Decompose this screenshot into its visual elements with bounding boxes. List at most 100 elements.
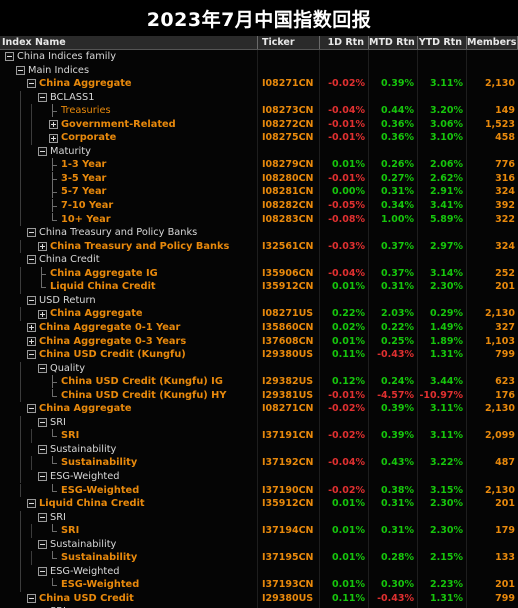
index-name-cell[interactable]: China USD Credit (Kungfu) IG [0, 375, 258, 389]
table-row[interactable]: China Treasury and Policy Banks I32561CN -… [0, 239, 518, 254]
table-row[interactable]: Sustainability [0, 442, 518, 457]
table-row[interactable]: BCLASS1 [0, 90, 518, 105]
index-name-cell[interactable]: Sustainability [0, 537, 258, 552]
table-row[interactable]: 7-10 Year I08282CN -0.05% 0.34% 3.41% 392 [0, 199, 518, 213]
ticker-cell[interactable]: I37193CN [258, 578, 320, 592]
index-name-cell[interactable]: 10+ Year [0, 212, 258, 227]
column-header-name[interactable]: Index Name [0, 36, 258, 50]
ticker-cell[interactable]: I29380US [258, 348, 320, 362]
collapse-minus-icon[interactable] [38, 539, 47, 549]
table-row[interactable]: China Aggregate 0-1 Year I35860CN 0.02% 0.2… [0, 321, 518, 335]
index-name-cell[interactable]: Corporate [0, 131, 258, 145]
index-name-cell[interactable]: Sustainability [0, 442, 258, 457]
ticker-cell[interactable]: I29381US [258, 389, 320, 403]
ticker-cell[interactable]: I35912CN [258, 497, 320, 511]
table-row[interactable]: China Aggregate I08271US 0.22% 2.03% 0.29% 2,… [0, 307, 518, 321]
collapse-minus-icon[interactable] [38, 567, 47, 577]
index-name-cell[interactable]: Sustainability [0, 456, 258, 470]
index-name-cell[interactable]: China Treasury and Policy Banks [0, 226, 258, 240]
expand-plus-icon[interactable] [38, 241, 47, 251]
table-row[interactable]: Liquid China Credit I35912CN 0.01% 0.31% 2.3… [0, 280, 518, 294]
ticker-cell[interactable] [258, 226, 320, 240]
collapse-minus-icon[interactable] [38, 363, 47, 373]
index-name-cell[interactable]: USD Return [0, 294, 258, 308]
collapse-minus-icon[interactable] [5, 52, 14, 62]
collapse-minus-icon[interactable] [27, 404, 36, 414]
index-name-cell[interactable]: 1-3 Year [0, 158, 258, 172]
ticker-cell[interactable]: I37192CN [258, 456, 320, 470]
ticker-cell[interactable] [258, 145, 320, 159]
table-row[interactable]: ESG-Weighted I37193CN 0.01% 0.30% 2.23% 201 [0, 578, 518, 592]
index-name-cell[interactable]: Sustainability [0, 551, 258, 565]
table-row[interactable]: Sustainability I37195CN 0.01% 0.28% 2.15% 133 [0, 551, 518, 565]
expand-plus-icon[interactable] [27, 336, 36, 346]
index-tree-grid[interactable]: Index Name Ticker 1D Rtn MTD Rtn YTD Rtn… [0, 36, 518, 608]
table-row[interactable]: SRI I37194CN 0.01% 0.31% 2.30% 179 [0, 524, 518, 538]
table-row[interactable]: Maturity [0, 144, 518, 159]
collapse-minus-icon[interactable] [38, 418, 47, 428]
ticker-cell[interactable]: I29380US [258, 592, 320, 606]
ticker-cell[interactable]: I08272CN [258, 118, 320, 132]
ticker-cell[interactable]: I35860CN [258, 321, 320, 335]
table-row[interactable]: Main Indices [0, 64, 518, 78]
expand-plus-icon[interactable] [27, 323, 36, 333]
table-row[interactable]: China Aggregate IG I35906CN -0.04% 0.37% 3.1… [0, 266, 518, 281]
index-name-cell[interactable]: China Indices family [0, 50, 258, 64]
table-row[interactable]: 3-5 Year I08280CN -0.01% 0.27% 2.62% 316 [0, 171, 518, 186]
ticker-cell[interactable]: I35906CN [258, 267, 320, 281]
table-row[interactable]: China Indices family [0, 50, 518, 64]
index-name-cell[interactable]: China Aggregate 0-3 Years [0, 335, 258, 349]
index-name-cell[interactable]: Liquid China Credit [0, 497, 258, 511]
collapse-minus-icon[interactable] [27, 79, 36, 89]
table-row[interactable]: China Treasury and Policy Banks [0, 226, 518, 240]
collapse-minus-icon[interactable] [38, 512, 47, 522]
ticker-cell[interactable]: I08280CN [258, 172, 320, 186]
table-row[interactable]: China USD Credit (Kungfu) IG I29382US 0.12… [0, 375, 518, 389]
index-name-cell[interactable]: ESG-Weighted [0, 578, 258, 592]
ticker-cell[interactable]: I08271CN [258, 77, 320, 91]
index-name-cell[interactable]: Treasuries [0, 104, 258, 118]
index-name-cell[interactable]: ESG-Weighted [0, 564, 258, 579]
ticker-cell[interactable] [258, 50, 320, 64]
index-name-cell[interactable]: China Treasury and Policy Banks [0, 239, 258, 254]
ticker-cell[interactable]: I08271CN [258, 402, 320, 416]
collapse-minus-icon[interactable] [27, 255, 36, 265]
ticker-cell[interactable] [258, 416, 320, 430]
table-row[interactable]: ESG-Weighted I37190CN -0.02% 0.38% 3.15% 2,13… [0, 483, 518, 498]
collapse-minus-icon[interactable] [27, 296, 36, 306]
index-name-cell[interactable]: Maturity [0, 144, 258, 159]
index-name-cell[interactable]: China Credit [0, 253, 258, 267]
ticker-cell[interactable] [258, 91, 320, 105]
ticker-cell[interactable]: I08275CN [258, 131, 320, 145]
ticker-cell[interactable] [258, 253, 320, 267]
column-header-ytd-rtn[interactable]: YTD Rtn [418, 36, 467, 50]
table-row[interactable]: Sustainability [0, 537, 518, 552]
ticker-cell[interactable] [258, 565, 320, 579]
table-row[interactable]: China Aggregate 0-3 Years I37608CN 0.01% 0.… [0, 334, 518, 348]
index-name-cell[interactable]: SRI [0, 429, 258, 443]
table-row[interactable]: China Credit [0, 253, 518, 267]
collapse-minus-icon[interactable] [27, 594, 36, 604]
table-row[interactable]: China Aggregate I08271CN -0.02% 0.39% 3.11% 2… [0, 77, 518, 91]
index-name-cell[interactable]: 7-10 Year [0, 199, 258, 213]
ticker-cell[interactable]: I37190CN [258, 484, 320, 498]
collapse-minus-icon[interactable] [27, 350, 36, 360]
index-name-cell[interactable]: Government-Related [0, 117, 258, 132]
table-row[interactable]: China USD Credit (Kungfu) HY I29381US -0.0… [0, 388, 518, 403]
index-name-cell[interactable]: SRI [0, 524, 258, 538]
index-name-cell[interactable]: ESG-Weighted [0, 469, 258, 484]
index-name-cell[interactable]: 3-5 Year [0, 171, 258, 186]
ticker-cell[interactable]: I37194CN [258, 524, 320, 538]
ticker-cell[interactable]: I08283CN [258, 213, 320, 227]
index-name-cell[interactable]: China Aggregate [0, 77, 258, 91]
table-row[interactable]: Corporate I08275CN -0.01% 0.36% 3.10% 458 [0, 131, 518, 145]
table-row[interactable]: Treasuries I08273CN -0.04% 0.44% 3.20% 149 [0, 104, 518, 118]
ticker-cell[interactable]: I35912CN [258, 280, 320, 294]
index-name-cell[interactable]: China USD Credit [0, 592, 258, 606]
table-row[interactable]: China USD Credit (Kungfu) I29380US 0.11% -0… [0, 348, 518, 362]
table-row[interactable]: China Aggregate I08271CN -0.02% 0.39% 3.11% 2… [0, 402, 518, 416]
index-name-cell[interactable]: China Aggregate IG [0, 266, 258, 281]
ticker-cell[interactable]: I37191CN [258, 429, 320, 443]
ticker-cell[interactable] [258, 64, 320, 78]
ticker-cell[interactable]: I08273CN [258, 104, 320, 118]
